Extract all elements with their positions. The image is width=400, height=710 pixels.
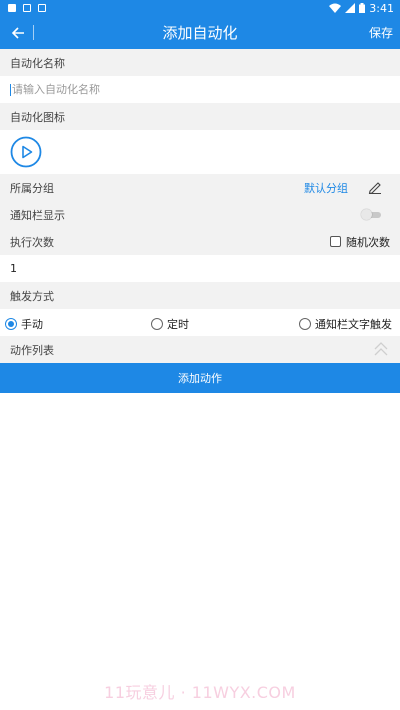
app-bar: 添加自动化 保存 [0, 16, 400, 49]
add-action-button[interactable]: 添加动作 [0, 363, 400, 393]
trigger-notification-text-label: 通知栏文字触发 [315, 318, 392, 331]
notify-row: 通知栏显示 [0, 201, 400, 228]
notification-app-icon [8, 4, 16, 12]
trigger-notification-text-radio[interactable]: 通知栏文字触发 [299, 316, 392, 332]
checkbox-box [330, 236, 341, 247]
notify-toggle[interactable] [361, 209, 381, 220]
group-row: 所属分组 默认分组 [0, 174, 400, 201]
group-label: 所属分组 [10, 181, 54, 195]
back-button[interactable] [8, 23, 28, 43]
notification-download-icon [38, 4, 46, 12]
page-title: 添加自动化 [162, 24, 238, 42]
trigger-options: 手动 定时 通知栏文字触发 [0, 309, 400, 336]
group-value-link[interactable]: 默认分组 [304, 180, 348, 196]
pencil-edit-icon[interactable] [368, 180, 382, 194]
automation-name-input[interactable] [12, 83, 390, 96]
save-button[interactable]: 保存 [369, 24, 393, 41]
name-section-label: 自动化名称 [0, 49, 400, 76]
toggle-thumb [361, 209, 372, 220]
trigger-section-label: 触发方式 [0, 282, 400, 309]
trigger-timer-radio[interactable]: 定时 [151, 316, 189, 332]
app-bar-divider [33, 25, 34, 40]
double-chevron-up-icon[interactable] [374, 342, 388, 356]
exec-count-row: 执行次数 随机次数 [0, 228, 400, 255]
trigger-manual-label: 手动 [21, 318, 43, 331]
icon-row [0, 130, 400, 174]
status-bar: 3:41 [0, 0, 400, 16]
text-cursor [10, 83, 11, 96]
battery-icon [359, 3, 366, 13]
trigger-manual-radio[interactable]: 手动 [5, 316, 43, 332]
arrow-left-icon [11, 27, 24, 39]
actions-label: 动作列表 [10, 343, 54, 357]
wifi-icon [329, 3, 342, 13]
signal-icon [345, 3, 356, 13]
radio-dot [5, 318, 17, 330]
icon-section-label: 自动化图标 [0, 103, 400, 130]
random-count-checkbox[interactable]: 随机次数 [330, 234, 390, 250]
notify-label: 通知栏显示 [10, 208, 65, 222]
actions-row: 动作列表 [0, 336, 400, 363]
play-circle-icon[interactable] [10, 136, 42, 168]
exec-count-label: 执行次数 [10, 235, 54, 249]
watermark-text: 11玩意儿 · 11WYX.COM [104, 683, 296, 702]
radio-dot [151, 318, 163, 330]
radio-dot [299, 318, 311, 330]
status-time: 3:41 [369, 1, 394, 15]
status-system-icons: 3:41 [329, 2, 394, 15]
random-count-label: 随机次数 [346, 235, 390, 249]
exec-count-value-row: 1 [0, 255, 400, 282]
status-notification-icons [8, 4, 46, 12]
trigger-timer-label: 定时 [167, 318, 189, 331]
notification-message-icon [23, 4, 31, 12]
name-input-row [0, 76, 400, 103]
exec-count-value[interactable]: 1 [10, 262, 17, 275]
